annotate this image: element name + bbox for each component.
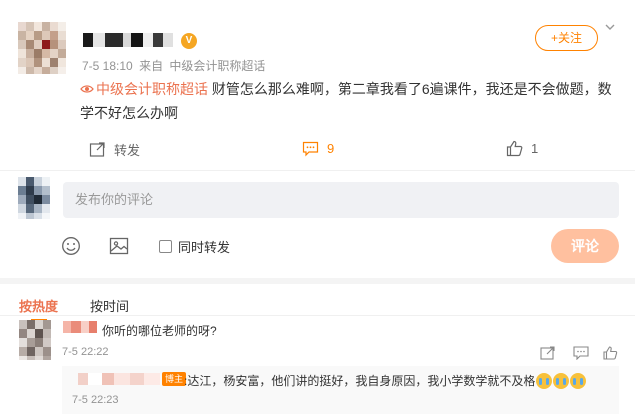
tab-sort-time[interactable]: 按时间 [90,296,129,315]
topic-label: 中级会计职称超话 [96,81,208,97]
reply-text: :达江，杨安富，他们讲的挺好，我自身原因，我小学数学就不及格 [184,372,587,389]
comment-input[interactable] [63,182,619,218]
follow-button[interactable]: +关注 [535,25,598,51]
post-content: 中级会计职称超话 财管怎么那么难啊，第二章我看了6遍课件，我还是不会做题，数学不… [80,77,620,125]
tab-sort-hot[interactable]: 按热度 [19,296,58,321]
reply-text-content: :达江，杨安富，他们讲的挺好，我自身原因，我小学数学就不及格 [184,374,536,388]
supertopic-icon [80,85,94,93]
comment-button[interactable]: 9 [302,140,334,157]
weibo-post: V +关注 7-5 18:10 来自 中级会计职称超话 中级会计职称超话 财管怎… [0,0,635,170]
cry-emoji-icon [553,373,570,389]
image-icon[interactable] [109,236,129,256]
submit-comment-button[interactable]: 评论 [551,229,619,263]
post-meta: 7-5 18:10 来自 中级会计职称超话 [82,57,268,74]
chevron-down-icon[interactable] [602,21,618,35]
repost-button[interactable]: 转发 [89,140,140,159]
repost-checkbox-label: 同时转发 [178,240,231,255]
comment-icon [302,141,319,157]
commenter-name-redacted[interactable] [63,321,97,333]
divider [0,315,635,316]
reply-author-redacted[interactable] [78,373,160,385]
like-count: 1 [531,141,539,156]
my-avatar[interactable] [18,177,50,219]
reply-time: 7-5 22:23 [72,394,119,406]
post-action-bar: 转发 9 1 [0,140,635,164]
cry-emoji-icon [570,373,587,389]
comment-text: 你听的哪位老师的呀? [102,324,217,338]
blogger-badge: 博主 [162,372,187,386]
comment-icon[interactable] [573,346,589,361]
checkbox-box[interactable] [159,240,172,253]
source-prefix: 来自 [139,59,164,73]
thumbs-up-icon [506,140,523,157]
like-button[interactable]: 1 [506,140,538,157]
repost-checkbox[interactable]: 同时转发 [159,237,230,256]
emoji-icon[interactable] [61,236,81,256]
cry-emoji-icon [536,373,553,389]
comment-count: 9 [327,141,335,156]
post-time: 7-5 18:10 [82,59,133,73]
commenter-avatar[interactable] [19,320,51,360]
repost-label: 转发 [114,143,141,158]
comment-sort-bar: 按热度 按时间 [0,278,635,321]
topic-link[interactable]: 中级会计职称超话 [80,81,208,97]
post-source[interactable]: 中级会计职称超话 [169,59,265,73]
author-avatar[interactable] [18,22,66,74]
author-name-redacted[interactable] [83,33,173,47]
comment-time: 7-5 22:22 [62,346,109,358]
thumbs-up-icon[interactable] [603,346,619,360]
vip-badge-icon: V [181,33,197,49]
share-icon[interactable] [540,346,556,360]
divider [0,170,635,171]
share-icon [89,142,105,157]
